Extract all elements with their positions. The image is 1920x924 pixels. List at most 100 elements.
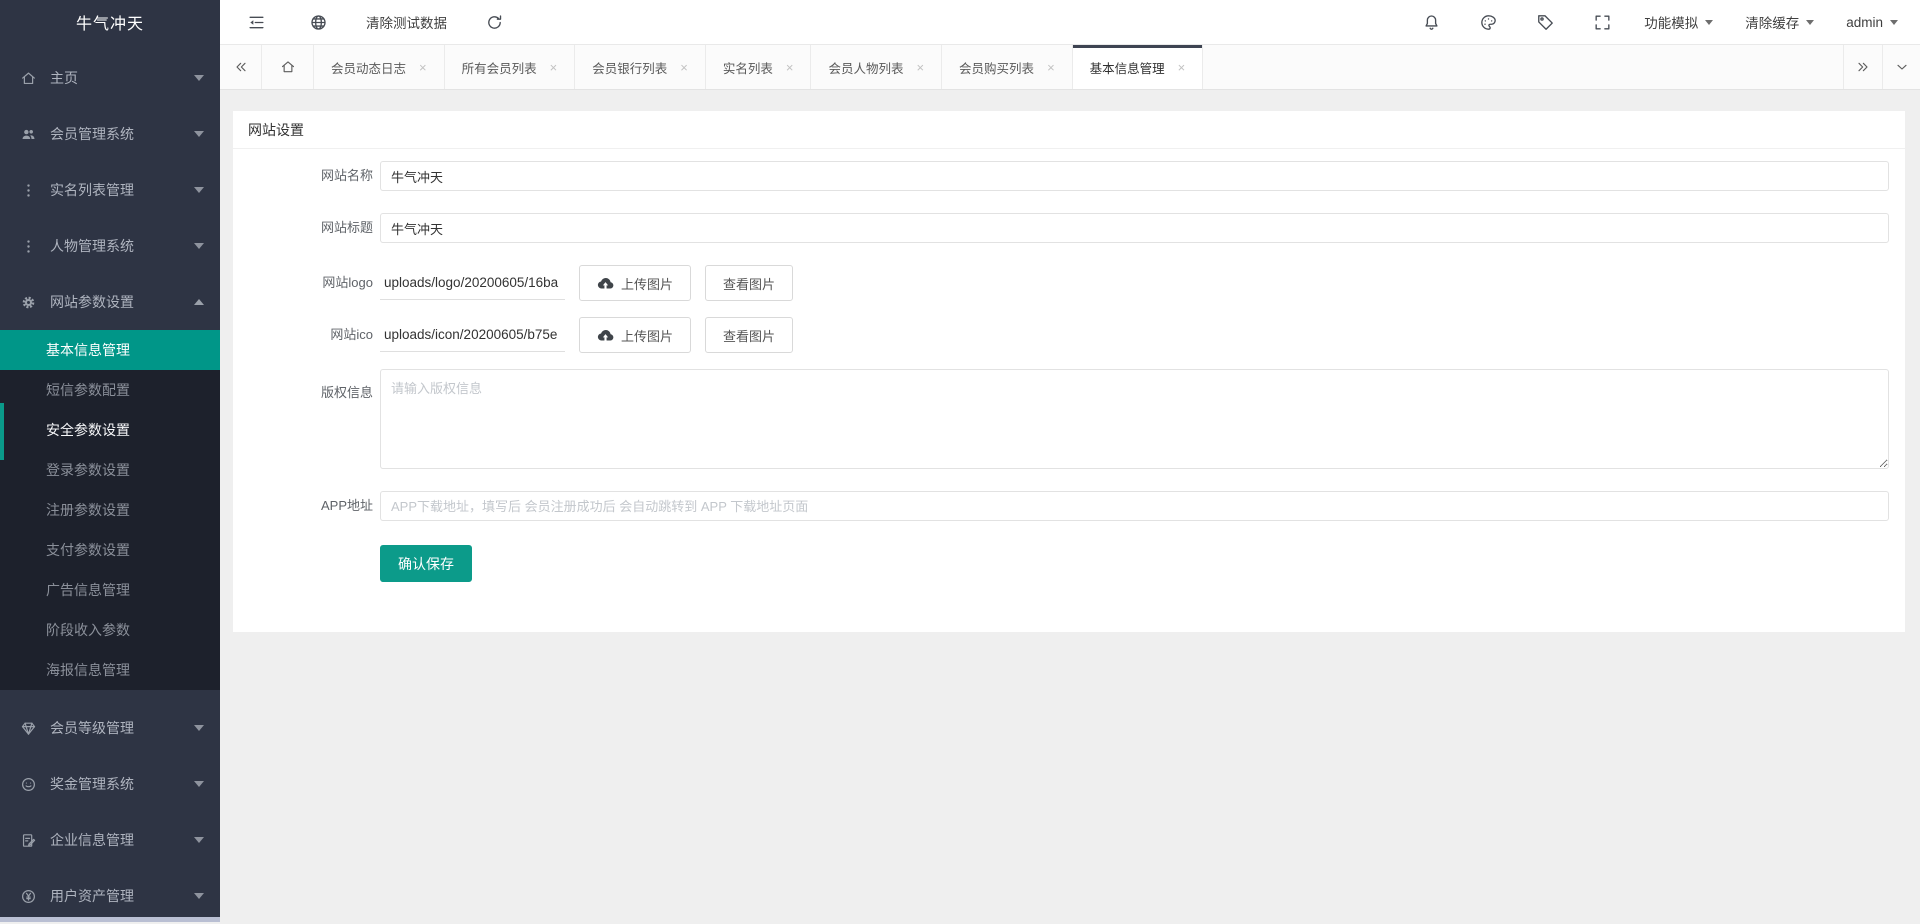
close-icon[interactable]: × — [916, 61, 924, 74]
sidebar-spacer — [0, 690, 220, 700]
sidebar-horizontal-scrollbar[interactable] — [0, 917, 220, 922]
sidebar-subitem-security-params[interactable]: 安全参数设置 — [0, 410, 220, 450]
close-icon[interactable]: × — [550, 61, 558, 74]
sidebar-item-label: 用户资产管理 — [50, 886, 194, 906]
chevron-down-icon — [194, 837, 204, 843]
sidebar-item-label: 网站参数设置 — [50, 292, 194, 312]
upload-ico-button[interactable]: 上传图片 — [579, 317, 691, 353]
tab-basic-info-manage[interactable]: 基本信息管理× — [1073, 45, 1204, 89]
app-title: 牛气冲天 — [0, 0, 220, 50]
sidebar-item-member-level[interactable]: 会员等级管理 — [0, 700, 220, 756]
sidebar-item-home[interactable]: 主页 — [0, 50, 220, 106]
close-icon[interactable]: × — [1178, 61, 1186, 74]
form-row-save: 确认保存 — [233, 545, 1905, 582]
site-title-label: 网站标题 — [233, 213, 373, 243]
users-icon — [20, 126, 37, 143]
cloud-upload-icon — [597, 327, 614, 344]
tab-home[interactable] — [262, 45, 314, 89]
form-row-site-name: 网站名称 — [233, 161, 1905, 191]
caret-down-icon — [1890, 20, 1898, 25]
fullscreen-icon[interactable] — [1593, 13, 1612, 32]
tabs-list: 会员动态日志×所有会员列表×会员银行列表×实名列表×会员人物列表×会员购买列表×… — [314, 45, 1203, 89]
dots-icon — [20, 238, 37, 255]
tab-member-dynamic-log[interactable]: 会员动态日志 × — [314, 45, 445, 89]
tab-label: 会员银行列表 — [592, 58, 667, 77]
chevron-down-icon — [194, 187, 204, 193]
card-title: 网站设置 — [233, 111, 1905, 149]
form-row-app-url: APP地址 — [233, 491, 1905, 521]
sidebar-subitem-basic-info[interactable]: 基本信息管理 — [0, 330, 220, 370]
sidebar-subitem-ad-info[interactable]: 广告信息管理 — [0, 570, 220, 610]
upload-logo-label: 上传图片 — [621, 274, 673, 293]
palette-icon[interactable] — [1479, 13, 1498, 32]
upload-logo-button[interactable]: 上传图片 — [579, 265, 691, 301]
sidebar-subitem-stage-income[interactable]: 阶段收入参数 — [0, 610, 220, 650]
save-button[interactable]: 确认保存 — [380, 545, 472, 582]
topbar: 清除测试数据 功能模拟 清除缓存 admin — [220, 0, 1920, 45]
tag-icon[interactable] — [1536, 13, 1555, 32]
chevron-down-icon — [194, 781, 204, 787]
tab-member-bank-list[interactable]: 会员银行列表 × — [575, 45, 706, 89]
copyright-textarea[interactable] — [380, 369, 1889, 469]
tabbar-filler — [1203, 45, 1843, 89]
clear-test-data-button[interactable]: 清除测试数据 — [366, 12, 447, 32]
dots-icon — [20, 182, 37, 199]
sidebar-item-label: 奖金管理系统 — [50, 774, 194, 794]
app-url-input[interactable] — [380, 491, 1889, 521]
tabs-dropdown-button[interactable] — [1882, 45, 1920, 89]
sidebar-item-company-info[interactable]: 企业信息管理 — [0, 812, 220, 868]
sidebar-subitem-sms-params[interactable]: 短信参数配置 — [0, 370, 220, 410]
close-icon[interactable]: × — [1047, 61, 1055, 74]
upload-ico-label: 上传图片 — [621, 326, 673, 345]
sidebar-item-realname-manage[interactable]: 实名列表管理 — [0, 162, 220, 218]
clear-cache-dropdown[interactable]: 清除缓存 — [1745, 12, 1814, 32]
sidebar-item-member-system[interactable]: 会员管理系统 — [0, 106, 220, 162]
tab-realname-list[interactable]: 实名列表 × — [706, 45, 812, 89]
function-sim-dropdown[interactable]: 功能模拟 — [1644, 12, 1713, 32]
close-icon[interactable]: × — [419, 61, 427, 74]
chevron-up-icon — [194, 299, 204, 305]
tab-label: 实名列表 — [723, 58, 773, 77]
tabs-scroll-left-button[interactable] — [220, 45, 262, 89]
sidebar-item-person-system[interactable]: 人物管理系统 — [0, 218, 220, 274]
sidebar-scrollbar-thumb[interactable] — [0, 403, 4, 460]
site-ico-path-input[interactable] — [380, 318, 565, 352]
sidebar-subitem-register-params[interactable]: 注册参数设置 — [0, 490, 220, 530]
view-logo-button[interactable]: 查看图片 — [705, 265, 793, 301]
tabs-scroll-right-button[interactable] — [1843, 45, 1882, 89]
cloud-upload-icon — [597, 275, 614, 292]
site-title-input[interactable] — [380, 213, 1889, 243]
admin-user-dropdown[interactable]: admin — [1846, 15, 1898, 30]
site-name-input[interactable] — [380, 161, 1889, 191]
sidebar-subitem-poster-info[interactable]: 海报信息管理 — [0, 650, 220, 690]
sidebar-submenu-site-params: 基本信息管理短信参数配置安全参数设置登录参数设置注册参数设置支付参数设置广告信息… — [0, 330, 220, 690]
sidebar-item-label: 企业信息管理 — [50, 830, 194, 850]
tab-label: 会员购买列表 — [959, 58, 1034, 77]
menu-fold-icon[interactable] — [247, 13, 266, 32]
site-settings-form: 网站名称 网站标题 网站logo 上传图片 — [233, 149, 1905, 582]
smile-icon — [20, 776, 37, 793]
chevron-down-icon — [194, 725, 204, 731]
view-ico-button[interactable]: 查看图片 — [705, 317, 793, 353]
refresh-icon[interactable] — [485, 13, 504, 32]
globe-icon[interactable] — [309, 13, 328, 32]
doc-pen-icon — [20, 832, 37, 849]
close-icon[interactable]: × — [786, 61, 794, 74]
admin-user-label: admin — [1846, 15, 1883, 30]
sidebar-item-site-params[interactable]: 网站参数设置 — [0, 274, 220, 330]
close-icon[interactable]: × — [680, 61, 688, 74]
sidebar-subitem-pay-params[interactable]: 支付参数设置 — [0, 530, 220, 570]
yen-icon — [20, 888, 37, 905]
tab-all-member-list[interactable]: 所有会员列表× — [445, 45, 576, 89]
bell-icon[interactable] — [1422, 13, 1441, 32]
tab-member-person-list[interactable]: 会员人物列表× — [811, 45, 942, 89]
tab-member-purchase-list[interactable]: 会员购买列表 × — [942, 45, 1073, 89]
sidebar-subitem-login-params[interactable]: 登录参数设置 — [0, 450, 220, 490]
chevron-down-icon — [194, 893, 204, 899]
gem-icon — [20, 720, 37, 737]
gear-icon — [20, 294, 37, 311]
site-logo-path-input[interactable] — [380, 266, 565, 300]
tab-label: 会员动态日志 — [331, 58, 406, 77]
sidebar-item-bonus-system[interactable]: 奖金管理系统 — [0, 756, 220, 812]
sidebar-item-user-assets[interactable]: 用户资产管理 — [0, 868, 220, 924]
